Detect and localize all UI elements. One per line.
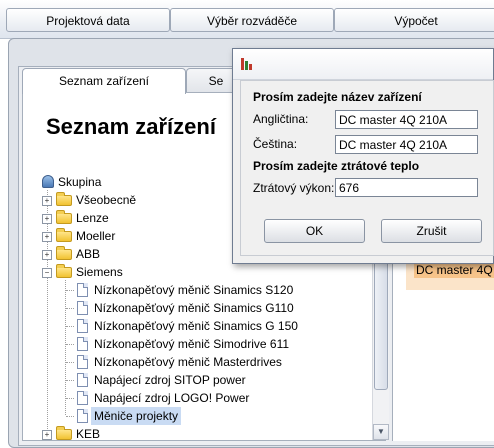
- tree-connector: [65, 280, 66, 415]
- loss-heading: Prosím zadejte ztrátové teplo: [253, 159, 420, 173]
- tree-item-label: ABB: [76, 247, 101, 261]
- selected-device-label[interactable]: DC master 4Q: [414, 262, 494, 278]
- tree-item-label: KEB: [76, 427, 101, 441]
- english-label: Angličtina:: [253, 112, 309, 126]
- collapse-icon[interactable]: −: [42, 268, 52, 278]
- folder-icon: [56, 210, 72, 224]
- expand-icon[interactable]: +: [42, 430, 52, 440]
- folder-icon: [56, 228, 72, 242]
- tab-label: Se: [208, 74, 224, 88]
- tree-item-label: Měniče projekty: [91, 407, 182, 425]
- document-icon: [77, 355, 88, 369]
- folder-open-icon: [56, 264, 72, 278]
- cancel-button[interactable]: Zrušit: [381, 219, 482, 243]
- folder-icon: [56, 246, 72, 260]
- tab-label: Výpočet: [394, 14, 438, 28]
- group-icon: [42, 175, 54, 188]
- name-heading: Prosím zadejte název zařízení: [253, 90, 422, 104]
- tree-item-label: Nízkonapěťový měnič Sinamics S120: [94, 283, 294, 297]
- folder-icon: [56, 426, 72, 440]
- loss-power-input[interactable]: [335, 178, 478, 197]
- tree-connector: [66, 362, 74, 363]
- tree-item-keb[interactable]: + KEB: [42, 425, 182, 443]
- dialog-titlebar[interactable]: [233, 49, 493, 80]
- tree-connector: [66, 308, 74, 309]
- tab-label: Projektová data: [46, 14, 130, 28]
- expand-icon[interactable]: +: [42, 232, 52, 242]
- tree-root-label: Skupina: [58, 175, 102, 189]
- document-icon: [77, 391, 88, 405]
- tree-item-vseobecne[interactable]: + Všeobecně: [42, 191, 182, 209]
- tree-item-label: Siemens: [76, 265, 123, 279]
- document-icon: [77, 283, 88, 297]
- tree-connector: [66, 344, 74, 345]
- tree-connector: [66, 290, 74, 291]
- folder-icon: [56, 192, 72, 206]
- tab-label: Výběr rozváděče: [206, 14, 298, 28]
- tree-item-label: Nízkonapěťový měnič Sinamics G 150: [94, 319, 298, 333]
- tree-item-label: Napájecí zdroj LOGO! Power: [94, 391, 250, 405]
- document-icon: [77, 301, 88, 315]
- tree-item-abb[interactable]: + ABB: [42, 245, 182, 263]
- czech-label: Čeština:: [253, 137, 298, 151]
- document-icon: [77, 319, 88, 333]
- tab-label: Seznam zařízení: [58, 74, 150, 88]
- tree-item-label: Všeobecně: [76, 193, 137, 207]
- loss-label: Ztrátový výkon:: [253, 181, 335, 195]
- expand-icon[interactable]: +: [42, 196, 52, 206]
- scroll-down-arrow-icon[interactable]: ▼: [373, 424, 389, 440]
- document-icon: [77, 337, 88, 351]
- tree-item-label: Nízkonapěťový měnič Simodrive 611: [94, 337, 290, 351]
- tree-item-label: Nízkonapěťový měnič Sinamics G110: [94, 301, 294, 315]
- czech-name-input[interactable]: [335, 135, 478, 154]
- tree-item-label: Nízkonapěťový měnič Masterdrives: [94, 355, 282, 369]
- tree-item-lenze[interactable]: + Lenze: [42, 209, 182, 227]
- document-icon: [77, 373, 88, 387]
- tree-item-label: Lenze: [76, 211, 109, 225]
- tree-item-siemens[interactable]: − Siemens: [42, 263, 182, 281]
- tab-vyber-rozvadece[interactable]: Výběr rozváděče: [170, 8, 334, 32]
- expand-icon[interactable]: +: [42, 214, 52, 224]
- tree-connector: [66, 326, 74, 327]
- tree-item-moeller[interactable]: + Moeller: [42, 227, 182, 245]
- app-icon: [241, 56, 255, 70]
- english-name-input[interactable]: [335, 110, 478, 129]
- tree-connector: [66, 380, 74, 381]
- expand-icon[interactable]: +: [42, 250, 52, 260]
- tree-item-label: Moeller: [76, 229, 116, 243]
- tab-vypocet[interactable]: Výpočet: [334, 8, 494, 32]
- tree-connector: [66, 398, 74, 399]
- ok-button[interactable]: OK: [264, 219, 365, 243]
- tree-connector: [66, 416, 74, 417]
- tab-seznam-zarizeni[interactable]: Seznam zařízení: [22, 68, 186, 94]
- tab-projektova-data[interactable]: Projektová data: [6, 8, 170, 32]
- page-title: Seznam zařízení: [46, 114, 216, 139]
- document-icon: [77, 409, 88, 423]
- tree-item-label: Napájecí zdroj SITOP power: [94, 373, 246, 387]
